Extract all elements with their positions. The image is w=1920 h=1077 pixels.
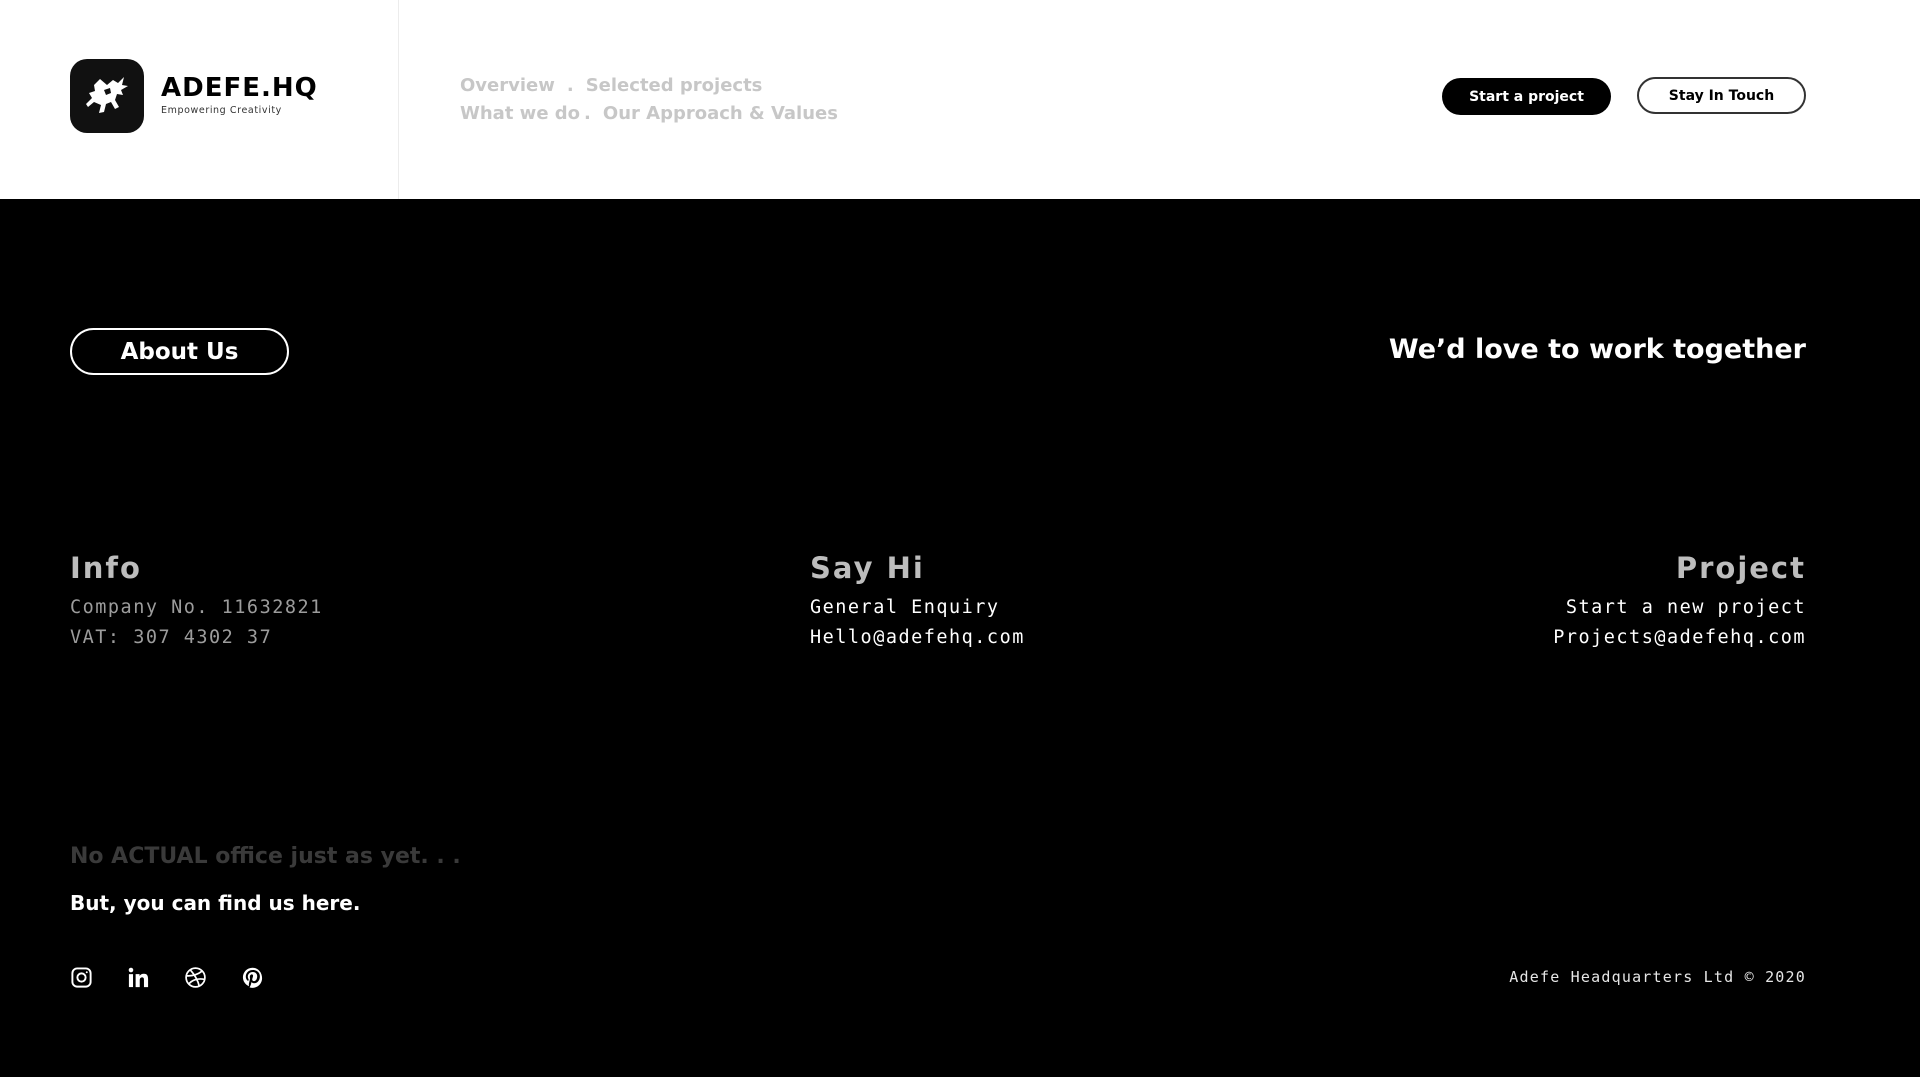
nav-link-what-we-do[interactable]: What we do	[460, 100, 580, 128]
about-us-button[interactable]: About Us	[70, 328, 289, 375]
nav-link-overview[interactable]: Overview	[460, 72, 555, 100]
vat-number: VAT: 307 4302 37	[70, 627, 273, 648]
nav-link-approach-values[interactable]: Our Approach & Values	[603, 100, 838, 128]
pinterest-icon[interactable]	[241, 966, 264, 989]
nav-link-selected-projects[interactable]: Selected projects	[586, 72, 763, 100]
linkedin-icon[interactable]	[127, 966, 150, 989]
brand-column: ADEFE.HQ Empowering Creativity	[0, 0, 399, 199]
dribbble-icon[interactable]	[184, 966, 207, 989]
stay-in-touch-button[interactable]: Stay In Touch	[1637, 77, 1806, 114]
new-project-label: Start a new project	[1565, 597, 1806, 618]
brand-tagline: Empowering Creativity	[161, 105, 282, 116]
info-title: Info	[70, 551, 142, 585]
primary-nav: Overview . Selected projects What we do …	[460, 72, 838, 128]
site-header: ADEFE.HQ Empowering Creativity Overview …	[0, 0, 1920, 199]
company-number: Company No. 11632821	[70, 597, 323, 618]
general-enquiry-label: General Enquiry	[810, 597, 1000, 618]
projects-email-link[interactable]: Projects@adefehq.com	[1553, 623, 1806, 653]
brand-name[interactable]: ADEFE.HQ	[161, 73, 318, 103]
nav-row: What we do . Our Approach & Values	[460, 100, 838, 128]
find-us-text: But, you can find us here.	[70, 891, 361, 915]
copyright-text: Adefe Headquarters Ltd © 2020	[1509, 968, 1806, 986]
office-note: No ACTUAL office just as yet. . .	[70, 844, 461, 869]
project-title: Project	[1675, 551, 1806, 585]
logo[interactable]	[70, 59, 144, 133]
say-hi-title: Say Hi	[810, 551, 925, 585]
pegasus-logo-icon	[86, 77, 128, 113]
info-column: Info Company No. 11632821 VAT: 307 4302 …	[70, 551, 323, 653]
say-hi-column: Say Hi General Enquiry Hello@adefehq.com	[810, 551, 1025, 653]
start-project-button[interactable]: Start a project	[1442, 78, 1611, 115]
project-column: Project Start a new project Projects@ade…	[1553, 551, 1806, 653]
work-together-heading: We’d love to work together	[1388, 334, 1806, 365]
hello-email-link[interactable]: Hello@adefehq.com	[810, 623, 1025, 653]
nav-row: Overview . Selected projects	[460, 72, 838, 100]
social-links	[70, 966, 264, 989]
instagram-icon[interactable]	[70, 966, 93, 989]
nav-separator: .	[566, 75, 574, 96]
nav-separator: .	[584, 103, 591, 124]
